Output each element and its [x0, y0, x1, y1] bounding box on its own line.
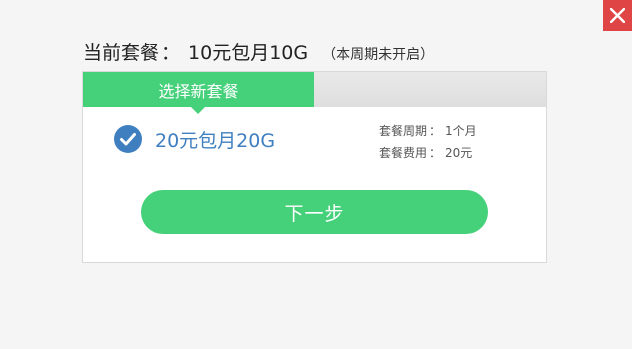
- plan-fee-label: 套餐费用: [379, 146, 428, 160]
- plan-period-sep: ：: [429, 124, 442, 138]
- close-button[interactable]: [603, 0, 632, 31]
- plan-name: 20元包月20G: [155, 130, 276, 152]
- cycle-status-note: （本周期未开启）: [322, 47, 435, 63]
- plan-period: 套餐周期： 1个月: [379, 122, 477, 139]
- package-dialog: 当前套餐 ： 10元包月10G （本周期未开启） 选择新套餐 20元包月20G …: [0, 0, 632, 349]
- next-step-button[interactable]: 下一步: [141, 190, 488, 234]
- plan-period-value: 1个月: [445, 124, 477, 138]
- plan-fee: 套餐费用： 20元: [379, 144, 472, 161]
- plan-panel: 选择新套餐 20元包月20G 套餐周期： 1个月 套餐费用： 20元 下一步: [82, 71, 547, 263]
- close-icon: [610, 8, 625, 23]
- check-circle-icon: [114, 125, 142, 153]
- tab-label: 选择新套餐: [158, 81, 239, 101]
- current-plan-label: 当前套餐: [83, 42, 160, 64]
- plan-period-label: 套餐周期: [379, 124, 428, 138]
- plan-option[interactable]: 20元包月20G 套餐周期： 1个月 套餐费用： 20元: [113, 122, 533, 162]
- tab-select-new-plan[interactable]: 选择新套餐: [83, 72, 314, 114]
- plan-fee-sep: ：: [429, 146, 442, 160]
- current-plan-line: 当前套餐 ： 10元包月10G （本周期未开启）: [83, 38, 434, 65]
- current-plan-value: 10元包月10G: [188, 42, 309, 64]
- tab-pointer: [191, 107, 205, 114]
- tab-bar: 选择新套餐: [83, 72, 546, 114]
- current-plan-colon: ：: [161, 42, 181, 64]
- plan-fee-value: 20元: [445, 146, 473, 160]
